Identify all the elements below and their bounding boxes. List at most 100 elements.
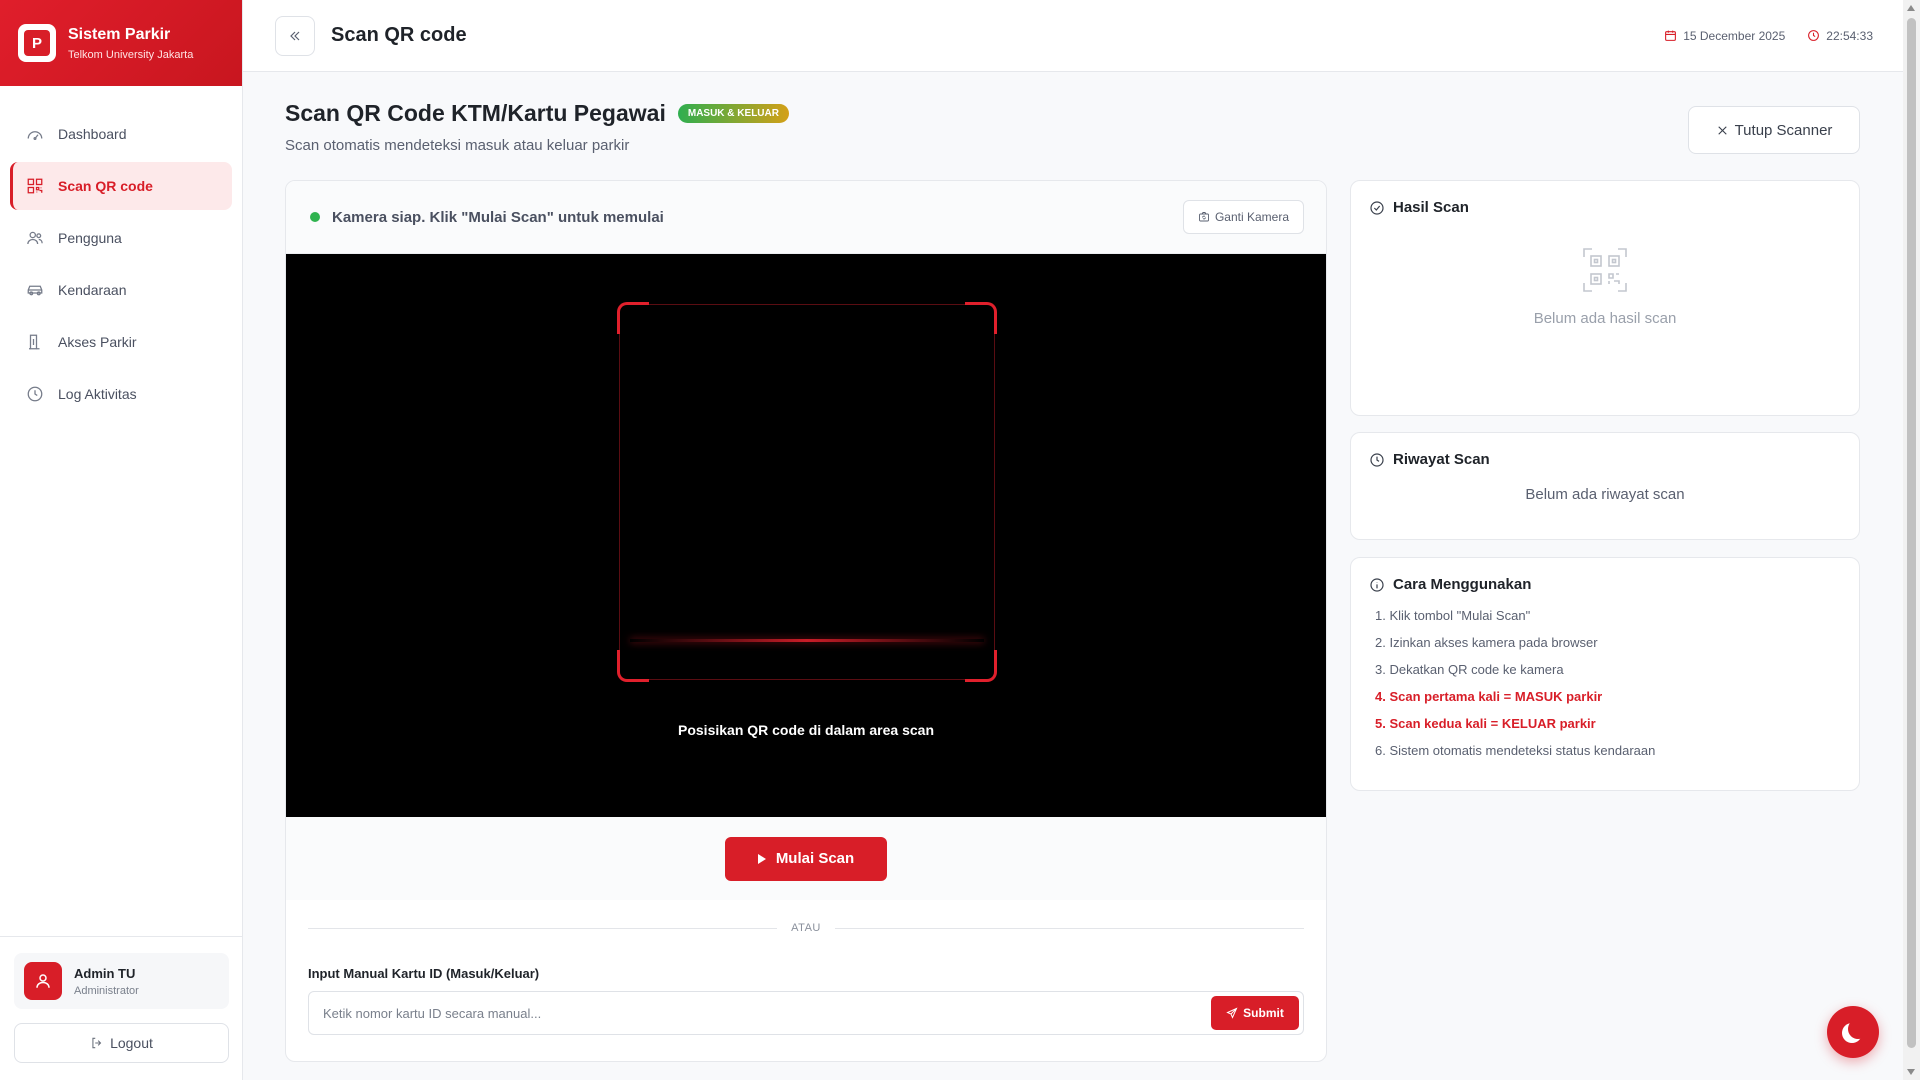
howto-title: Cara Menggunakan bbox=[1393, 576, 1532, 593]
dark-mode-toggle-button[interactable] bbox=[1827, 1006, 1879, 1058]
check-circle-icon bbox=[1370, 200, 1384, 215]
sidebar-item-log-aktivitas[interactable]: Log Aktivitas bbox=[10, 370, 232, 418]
scan-frame-corner bbox=[965, 302, 997, 334]
howto-step: 1. Klik tombol "Mulai Scan" bbox=[1375, 608, 1531, 623]
scan-result-empty: Belum ada hasil scan bbox=[1369, 246, 1841, 327]
scan-result-card: Hasil Scan Belum ada hasil scan bbox=[1350, 180, 1860, 416]
brand-subtitle: Telkom University Jakarta bbox=[68, 48, 194, 61]
page-header: Scan QR Code KTM/Kartu Pegawai MASUK & K… bbox=[285, 100, 789, 154]
or-divider: ATAU bbox=[308, 922, 1304, 934]
clock-icon bbox=[1808, 30, 1820, 41]
submit-label: Submit bbox=[1243, 1006, 1284, 1020]
start-scan-button[interactable]: Mulai Scan bbox=[725, 836, 887, 881]
scanner-card: Kamera siap. Klik "Mulai Scan" untuk mem… bbox=[285, 180, 1327, 1062]
logout-button[interactable]: Logout bbox=[14, 1023, 229, 1063]
dashboard-icon bbox=[27, 131, 43, 141]
camera-status-dot bbox=[310, 212, 320, 222]
sidebar: P Sistem Parkir Telkom University Jakart… bbox=[0, 0, 243, 1080]
topbar: Scan QR code 15 December 2025 22:54:33 bbox=[243, 0, 1903, 72]
start-scan-label: Mulai Scan bbox=[775, 850, 855, 867]
car-icon bbox=[27, 285, 43, 296]
scan-history-empty: Belum ada riwayat scan bbox=[1525, 486, 1685, 503]
howto-steps: 1. Klik tombol "Mulai Scan" 2. Izinkan a… bbox=[1369, 609, 1841, 758]
user-card: Admin TU Administrator bbox=[14, 953, 229, 1009]
switch-camera-label: Ganti Kamera bbox=[1214, 210, 1289, 224]
divider-line bbox=[308, 927, 778, 929]
gate-icon bbox=[29, 334, 40, 350]
brand-logo-letter: P bbox=[24, 30, 50, 56]
start-scan-area: Mulai Scan bbox=[286, 817, 1326, 900]
close-scanner-button[interactable]: Tutup Scanner bbox=[1688, 106, 1860, 154]
sidebar-item-scan-qr-code[interactable]: Scan QR code bbox=[10, 162, 232, 210]
qr-code-icon bbox=[27, 178, 43, 194]
sidebar-item-dashboard[interactable]: Dashboard bbox=[10, 110, 232, 158]
scan-frame-corner bbox=[965, 650, 997, 682]
mode-badge: MASUK & KELUAR bbox=[677, 104, 789, 123]
submit-button[interactable]: Submit bbox=[1211, 996, 1299, 1030]
close-scanner-label: Tutup Scanner bbox=[1734, 121, 1833, 139]
camera-preview: Posisikan QR code di dalam area scan bbox=[286, 254, 1326, 817]
scan-result-title: Hasil Scan bbox=[1393, 199, 1469, 216]
logout-icon bbox=[92, 1037, 102, 1049]
sidebar-nav: Dashboard Scan QR code Pengguna Kendaraa… bbox=[0, 86, 242, 418]
user-name: Admin TU bbox=[74, 965, 136, 981]
camera-status-text: Kamera siap. Klik "Mulai Scan" untuk mem… bbox=[332, 208, 664, 226]
divider-text: ATAU bbox=[791, 922, 821, 934]
page-scrollbar[interactable] bbox=[1903, 0, 1920, 1080]
switch-camera-button[interactable]: Ganti Kamera bbox=[1182, 200, 1304, 234]
logout-label: Logout bbox=[110, 1035, 153, 1051]
clock-icon bbox=[27, 386, 43, 402]
sidebar-footer: Admin TU Administrator Logout bbox=[0, 936, 243, 1080]
page-title: Scan QR Code KTM/Kartu Pegawai bbox=[285, 100, 666, 126]
double-chevron-left-icon bbox=[290, 31, 300, 40]
collapse-sidebar-button[interactable] bbox=[275, 15, 315, 56]
brand-title: Sistem Parkir bbox=[68, 25, 171, 43]
howto-step: 6. Sistem otomatis mendeteksi status ken… bbox=[1375, 743, 1656, 758]
play-icon bbox=[757, 853, 766, 864]
scan-history-card: Riwayat Scan Belum ada riwayat scan bbox=[1350, 432, 1860, 540]
current-time: 22:54:33 bbox=[1826, 28, 1873, 43]
users-icon bbox=[27, 231, 43, 245]
info-icon bbox=[1370, 577, 1384, 592]
divider-line bbox=[834, 927, 1304, 929]
sidebar-item-label: Dashboard bbox=[58, 126, 127, 142]
sidebar-item-label: Akses Parkir bbox=[58, 334, 137, 350]
sidebar-item-label: Log Aktivitas bbox=[58, 386, 137, 402]
manual-input-area: ATAU Input Manual Kartu ID (Masuk/Keluar… bbox=[286, 900, 1326, 1035]
manual-input-row: Submit bbox=[308, 991, 1304, 1035]
scan-frame-corner bbox=[617, 650, 649, 682]
history-icon bbox=[1370, 452, 1384, 467]
qr-code-placeholder-icon bbox=[1583, 248, 1627, 292]
scan-line bbox=[630, 639, 984, 642]
camera-switch-icon bbox=[1199, 212, 1209, 222]
scroll-up-arrow[interactable] bbox=[1907, 5, 1915, 11]
howto-card: Cara Menggunakan 1. Klik tombol "Mulai S… bbox=[1350, 557, 1860, 791]
send-icon bbox=[1226, 1007, 1238, 1019]
scan-frame bbox=[617, 302, 997, 682]
scan-frame-corner bbox=[617, 302, 649, 334]
sidebar-item-label: Scan QR code bbox=[58, 178, 153, 194]
sidebar-item-label: Pengguna bbox=[58, 230, 122, 246]
sidebar-item-pengguna[interactable]: Pengguna bbox=[10, 214, 232, 262]
user-role: Administrator bbox=[74, 984, 139, 997]
close-icon bbox=[1717, 125, 1727, 135]
card-id-input[interactable] bbox=[323, 1005, 1211, 1021]
scanner-header: Kamera siap. Klik "Mulai Scan" untuk mem… bbox=[286, 181, 1326, 254]
scrollbar-thumb[interactable] bbox=[1907, 18, 1916, 1048]
topbar-datetime: 15 December 2025 22:54:33 bbox=[1664, 29, 1873, 43]
sidebar-item-akses-parkir[interactable]: Akses Parkir bbox=[10, 318, 232, 366]
user-icon bbox=[36, 974, 50, 988]
howto-step: 2. Izinkan akses kamera pada browser bbox=[1375, 635, 1598, 650]
page-subtitle: Scan otomatis mendeteksi masuk atau kelu… bbox=[285, 137, 630, 154]
brand-logo: P bbox=[18, 24, 56, 62]
brand-header: P Sistem Parkir Telkom University Jakart… bbox=[0, 0, 242, 86]
topbar-title: Scan QR code bbox=[331, 24, 467, 46]
scan-hint: Posisikan QR code di dalam area scan bbox=[678, 722, 934, 738]
howto-step: 3. Dekatkan QR code ke kamera bbox=[1375, 662, 1564, 677]
scroll-down-arrow[interactable] bbox=[1907, 1069, 1915, 1075]
manual-input-label: Input Manual Kartu ID (Masuk/Keluar) bbox=[308, 966, 540, 981]
sidebar-item-kendaraan[interactable]: Kendaraan bbox=[10, 266, 232, 314]
current-date: 15 December 2025 bbox=[1683, 28, 1786, 43]
avatar bbox=[24, 962, 62, 1000]
howto-step: 4. Scan pertama kali = MASUK parkir bbox=[1375, 689, 1603, 704]
